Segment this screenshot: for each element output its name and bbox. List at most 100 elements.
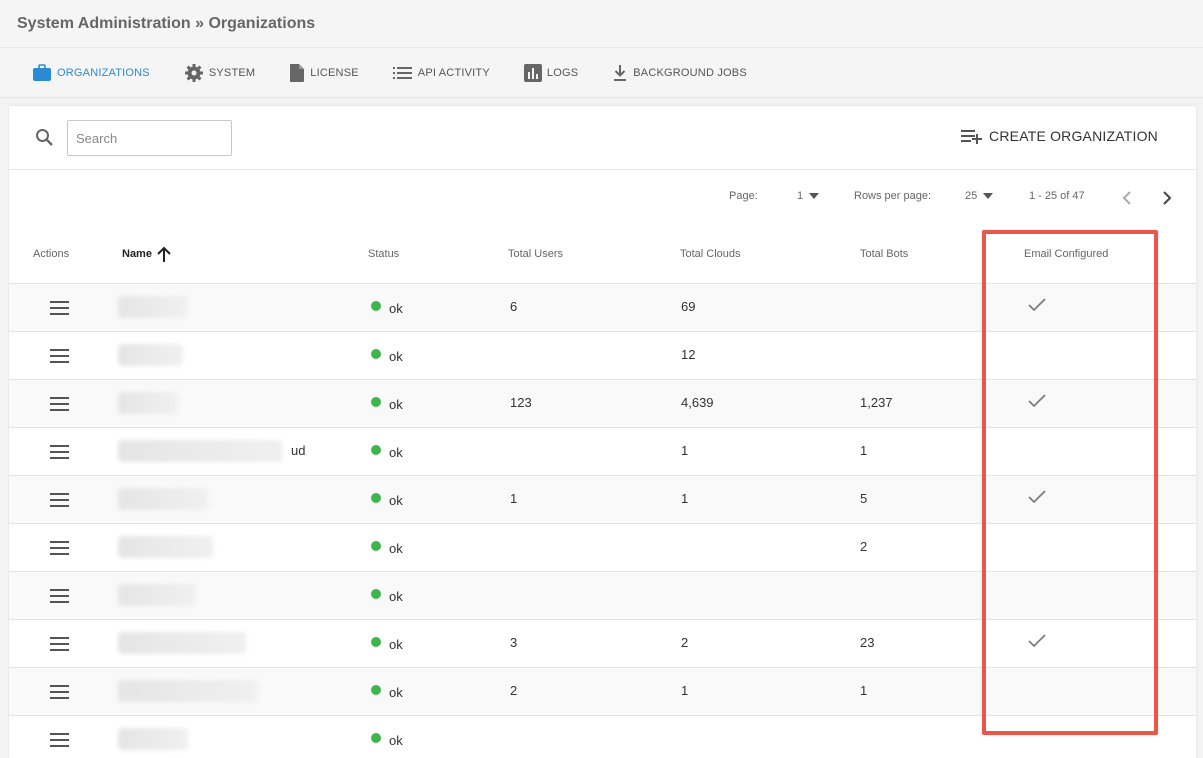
topbar: System Administration » Organizations (0, 0, 1203, 48)
menu-icon[interactable] (50, 493, 70, 507)
admin-tabs: ORGANIZATIONS SYSTEM LICENSE API ACTIVIT… (0, 48, 1203, 98)
tab-background-jobs[interactable]: BACKGROUND JOBS (612, 64, 747, 82)
org-name-redacted[interactable] (118, 392, 178, 414)
menu-icon[interactable] (50, 733, 70, 747)
total-bots-cell: 1,237 (860, 395, 893, 410)
org-name-redacted[interactable] (118, 344, 183, 366)
tab-label: API ACTIVITY (417, 66, 490, 79)
col-total-users[interactable]: Total Users (508, 248, 563, 260)
total-users-cell: 123 (510, 395, 532, 410)
status-text: ok (389, 397, 403, 412)
create-organization-label: CREATE ORGANIZATION (989, 128, 1158, 144)
total-clouds-cell: 1 (681, 683, 689, 698)
table-row: ok 1 1 5 (9, 475, 1196, 523)
caret-down-icon (809, 193, 820, 199)
table-row: ud ok 1 1 (9, 427, 1196, 475)
page-label: Page: (729, 190, 758, 202)
col-name[interactable]: Name (122, 245, 172, 263)
tab-license[interactable]: LICENSE (289, 63, 359, 83)
col-total-bots[interactable]: Total Bots (860, 248, 908, 260)
download-icon (614, 64, 627, 81)
status-dot-icon (371, 636, 381, 647)
chevron-left-icon[interactable] (1122, 191, 1132, 205)
status-cell: ok (371, 732, 403, 748)
status-text: ok (389, 685, 403, 700)
checkmark-icon (1028, 298, 1046, 312)
document-icon (290, 63, 305, 82)
menu-icon[interactable] (50, 445, 70, 459)
menu-icon[interactable] (50, 637, 70, 651)
tab-logs[interactable]: LOGS (523, 63, 579, 82)
status-cell: ok (371, 348, 403, 364)
table-row: ok 123 4,639 1,237 (9, 379, 1196, 427)
menu-icon[interactable] (50, 541, 70, 555)
org-name-redacted[interactable] (118, 632, 246, 654)
total-bots-cell: 2 (860, 539, 868, 554)
status-cell: ok (371, 444, 403, 460)
menu-icon[interactable] (50, 397, 70, 411)
org-name-redacted[interactable] (118, 584, 196, 606)
create-organization-button[interactable]: CREATE ORGANIZATION (961, 128, 1158, 144)
total-users-cell: 2 (510, 683, 518, 698)
table-row: ok 2 1 1 (9, 667, 1196, 715)
search-icon[interactable] (35, 128, 55, 148)
org-name-redacted[interactable] (118, 440, 283, 462)
status-text: ok (389, 493, 403, 508)
tab-label: LOGS (546, 66, 579, 79)
total-bots-cell: 1 (860, 683, 868, 698)
checkmark-icon (1028, 490, 1046, 504)
status-text: ok (389, 733, 403, 748)
status-text: ok (389, 637, 403, 652)
status-cell: ok (371, 396, 403, 412)
total-clouds-cell: 1 (681, 491, 689, 506)
org-name-redacted[interactable] (118, 728, 188, 750)
menu-icon[interactable] (50, 301, 70, 315)
table-row: ok (9, 571, 1196, 619)
chevron-right-icon[interactable] (1162, 191, 1172, 205)
col-total-clouds[interactable]: Total Clouds (680, 248, 741, 260)
total-clouds-cell: 69 (681, 299, 696, 314)
col-email-configured[interactable]: Email Configured (1024, 248, 1108, 260)
org-name-redacted[interactable] (118, 680, 258, 702)
col-name-label: Name (122, 248, 152, 260)
tab-api-activity[interactable]: API ACTIVITY (392, 66, 490, 80)
search-input[interactable] (67, 120, 232, 156)
tab-label: ORGANIZATIONS (57, 66, 150, 79)
status-text: ok (389, 445, 403, 460)
bar-chart-icon (523, 63, 542, 82)
tab-system[interactable]: SYSTEM (184, 63, 255, 83)
page-range: 1 - 25 of 47 (1029, 190, 1085, 202)
page-value: 1 (797, 190, 804, 202)
status-text: ok (389, 589, 403, 604)
total-clouds-cell: 4,639 (681, 395, 714, 410)
list-icon (392, 66, 412, 79)
page-select[interactable]: 1 (797, 190, 820, 202)
arrow-up-icon (157, 246, 171, 262)
menu-icon[interactable] (50, 349, 70, 363)
tab-label: BACKGROUND JOBS (633, 66, 747, 79)
total-bots-cell: 1 (860, 443, 868, 458)
menu-icon[interactable] (50, 589, 70, 603)
tab-label: LICENSE (310, 66, 359, 79)
org-name-redacted[interactable] (118, 296, 188, 318)
col-status[interactable]: Status (368, 248, 399, 260)
rows-per-page-select[interactable]: 25 (965, 190, 994, 202)
tab-label: SYSTEM (208, 66, 256, 79)
status-text: ok (389, 541, 403, 556)
table-row: ok (9, 715, 1196, 758)
rows-per-page-value: 25 (965, 190, 978, 202)
pagination: Page: 1 Rows per page: 25 1 - 25 of 47 (9, 190, 1196, 208)
status-dot-icon (371, 348, 381, 359)
menu-icon[interactable] (50, 685, 70, 699)
total-users-cell: 1 (510, 491, 518, 506)
col-actions: Actions (33, 248, 70, 260)
org-name-redacted[interactable] (118, 536, 213, 558)
org-name-text[interactable]: ud (291, 443, 305, 458)
tab-organizations[interactable]: ORGANIZATIONS (32, 63, 150, 82)
breadcrumb: System Administration » Organizations (17, 14, 316, 32)
organizations-panel: CREATE ORGANIZATION Page: 1 Rows per pag… (9, 106, 1196, 758)
gear-icon (184, 63, 203, 82)
org-name-redacted[interactable] (118, 488, 208, 510)
table-row: ok 2 (9, 523, 1196, 571)
status-dot-icon (371, 540, 381, 551)
